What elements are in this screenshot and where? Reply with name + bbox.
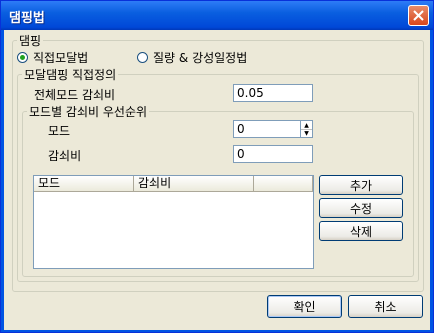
column-header-mode[interactable]: 모드 <box>34 176 134 192</box>
radio-mass-stiffness-label: 질량 & 강성일정법 <box>153 51 248 65</box>
close-icon <box>413 10 424 21</box>
mode-label: 모드 <box>48 124 71 138</box>
damping-group-legend: 댐핑 <box>19 34 42 48</box>
total-mode-damping-input[interactable]: 0.05 <box>233 84 313 102</box>
add-button[interactable]: 추가 <box>319 175 403 195</box>
close-button[interactable] <box>408 5 429 26</box>
dialog-window: 댐핑법 댐핑 직접모달법 질량 & 강성일정법 모달댐핑 직접정의 전체모드 감… <box>0 0 434 333</box>
modal-damping-group-legend: 모달댐핑 직접정의 <box>24 68 117 82</box>
spin-down-icon[interactable]: ▼ <box>301 129 312 137</box>
window-title: 댐핑법 <box>9 11 45 26</box>
cancel-button[interactable]: 취소 <box>348 295 423 318</box>
radio-direct-modal[interactable]: 직접모달법 <box>17 49 88 66</box>
list-header: 모드 감쇠비 <box>34 176 313 192</box>
total-mode-damping-label: 전체모드 감쇠비 <box>34 88 116 102</box>
radio-direct-modal-label: 직접모달법 <box>33 51 89 65</box>
radio-mass-stiffness[interactable]: 질량 & 강성일정법 <box>137 49 247 66</box>
dialog-body: 댐핑 직접모달법 질량 & 강성일정법 모달댐핑 직접정의 전체모드 감쇠비 0… <box>4 30 430 330</box>
mode-priority-group-legend: 모드별 감쇠비 우선순위 <box>29 105 148 119</box>
ok-button[interactable]: 확인 <box>267 295 342 318</box>
column-header-damping[interactable]: 감쇠비 <box>134 176 254 192</box>
damping-ratio-input[interactable]: 0 <box>233 145 313 163</box>
mode-input[interactable]: 0 <box>233 120 301 138</box>
modify-button[interactable]: 수정 <box>319 198 403 218</box>
title-bar[interactable]: 댐핑법 <box>1 1 433 30</box>
radio-indicator <box>17 52 28 63</box>
mode-spinner[interactable]: ▲ ▼ <box>300 120 313 138</box>
mode-damping-list[interactable]: 모드 감쇠비 <box>33 175 314 269</box>
column-header-empty[interactable] <box>254 176 313 192</box>
radio-indicator <box>137 52 148 63</box>
damping-ratio-label: 감쇠비 <box>48 149 82 163</box>
delete-button[interactable]: 삭제 <box>319 221 403 241</box>
